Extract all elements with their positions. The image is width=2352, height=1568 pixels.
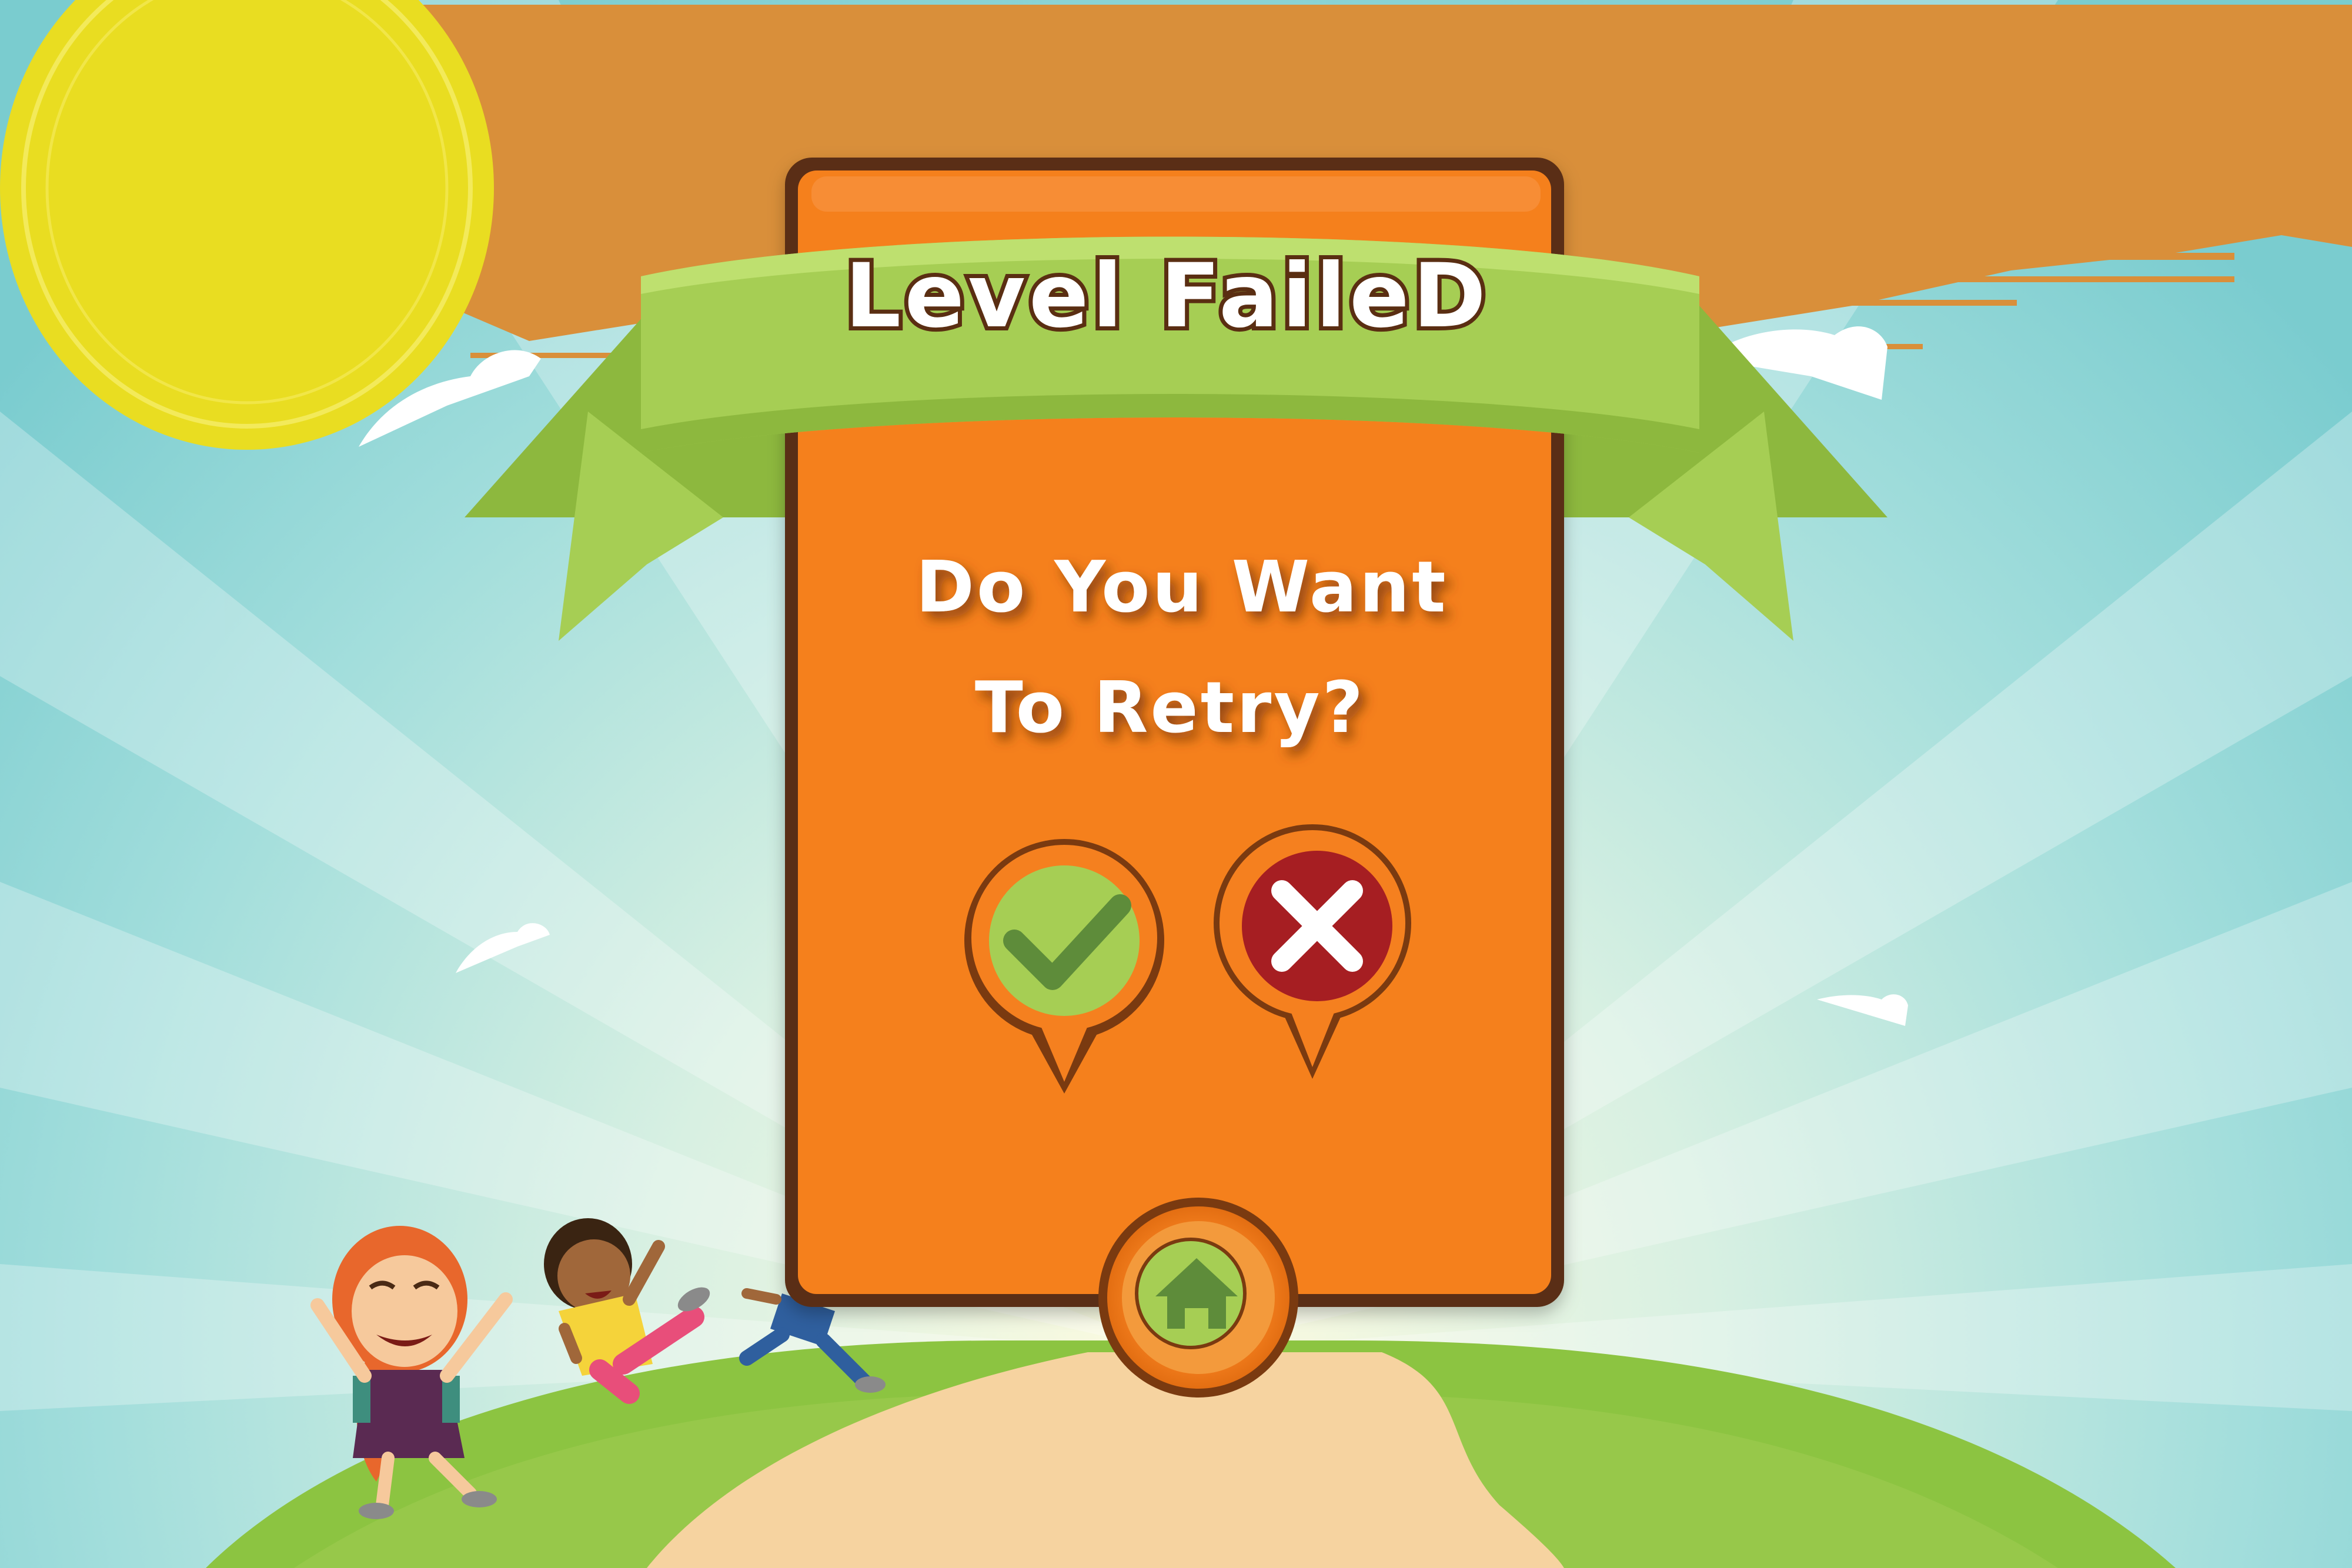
game-screen: Level FaileD Do You Want To Retry? — [0, 0, 2352, 1568]
retry-message-line2: To Retry? — [975, 667, 1365, 749]
retry-message-line1: Do You Want — [916, 547, 1448, 628]
home-button[interactable] — [1098, 1198, 1298, 1398]
dialog-title: Level FaileD — [845, 245, 1489, 347]
